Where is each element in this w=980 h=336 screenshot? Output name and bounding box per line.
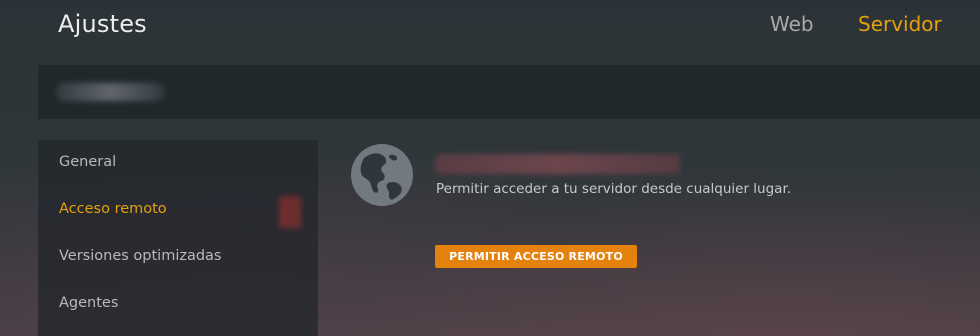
sidebar-item-agents[interactable]: Agentes: [59, 295, 118, 311]
tab-web[interactable]: Web: [770, 12, 814, 36]
server-selector-bar[interactable]: [38, 65, 980, 119]
tab-server[interactable]: Servidor: [858, 12, 942, 36]
globe-icon: [351, 144, 413, 206]
page-title: Ajustes: [58, 10, 147, 38]
top-bar: Ajustes Web Servidor: [0, 0, 980, 60]
panel-title-redacted: [435, 154, 680, 174]
allow-remote-access-button[interactable]: PERMITIR ACCESO REMOTO: [435, 245, 637, 268]
settings-sidebar: General Acceso remoto Versiones optimiza…: [38, 140, 318, 336]
remote-access-description: Permitir acceder a tu servidor desde cua…: [436, 181, 792, 197]
sidebar-item-general[interactable]: General: [59, 154, 116, 170]
server-name-redacted: [56, 83, 164, 101]
sidebar-item-optimized-versions[interactable]: Versiones optimizadas: [59, 248, 222, 264]
status-indicator-redacted: [279, 196, 301, 228]
sidebar-item-remote-access[interactable]: Acceso remoto: [59, 201, 167, 217]
remote-access-panel: Permitir acceder a tu servidor desde cua…: [350, 140, 950, 320]
